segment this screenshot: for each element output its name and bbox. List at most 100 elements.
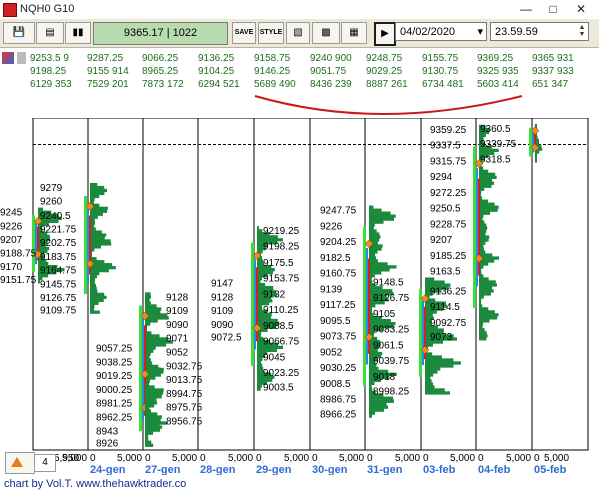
day-label: 29-gen xyxy=(256,464,292,475)
volume-bar xyxy=(425,367,441,371)
price-label: 9039.75 xyxy=(373,356,410,367)
bars-icon[interactable]: ▮▮ xyxy=(65,22,91,44)
volume-bar xyxy=(369,235,381,239)
volume-tick-label: 5,000 xyxy=(228,453,253,464)
close-icon[interactable]: ✕ xyxy=(568,1,594,17)
maximize-icon[interactable]: □ xyxy=(540,1,566,17)
price-label: 9061.5 xyxy=(373,340,404,351)
price-label: 9221.75 xyxy=(40,224,77,235)
price-label: 9153.75 xyxy=(263,274,300,285)
volume-bar xyxy=(479,301,482,305)
volume-bar xyxy=(145,409,152,413)
zoom-value[interactable]: 4 xyxy=(34,454,56,472)
price-label: 9117.25 xyxy=(320,300,356,311)
time-spinner[interactable]: ▲ ▼ xyxy=(577,24,587,39)
volume-bar xyxy=(369,351,383,356)
volume-bar xyxy=(479,337,487,341)
volume-bar xyxy=(369,289,393,293)
volume-bar xyxy=(90,277,96,282)
minimize-icon[interactable]: — xyxy=(513,1,539,17)
volume-bar xyxy=(479,289,494,293)
price-label: 9294 xyxy=(430,172,453,183)
price-label: 9088.5 xyxy=(263,321,294,332)
volume-tick-label: 5,000 xyxy=(172,453,197,464)
volume-bar xyxy=(479,295,484,299)
volume-bar xyxy=(145,437,149,441)
save-disk-icon[interactable]: 💾 xyxy=(3,22,35,44)
volume-bar xyxy=(145,301,151,305)
volume-bar xyxy=(145,307,162,311)
first-tick-label: 5,950 xyxy=(54,453,79,464)
time-field[interactable]: 23.59.59 ▲ ▼ xyxy=(490,22,589,41)
volume-bar xyxy=(145,346,156,350)
volume-bar xyxy=(90,182,98,187)
volume-bar xyxy=(479,316,498,320)
zoom-button[interactable] xyxy=(5,452,35,474)
save-button[interactable]: SAVE xyxy=(232,22,256,44)
date-value: 04/02/2020 xyxy=(400,26,456,38)
layout-icon[interactable]: ▦ xyxy=(341,22,367,44)
volume-bar xyxy=(369,387,373,391)
price-label: 9207 xyxy=(0,235,23,246)
volume-bar xyxy=(369,268,390,272)
volume-bar xyxy=(145,431,154,435)
volume-bar xyxy=(145,361,152,365)
volume-bar xyxy=(425,358,454,362)
volume-tick-label: 0 xyxy=(423,453,429,464)
bar-chart-icon[interactable]: ▤ xyxy=(36,22,64,44)
volume-bar xyxy=(145,304,157,308)
volume-bar xyxy=(145,343,167,347)
volume-bar xyxy=(535,156,537,160)
value-area-bar xyxy=(529,127,532,157)
initial-balance-bar xyxy=(87,209,89,281)
price-label: 9147 xyxy=(211,279,234,290)
volume-bar xyxy=(90,286,97,291)
volume-bar xyxy=(479,199,488,203)
price-label: 9145.75 xyxy=(40,279,77,290)
indicator-icon[interactable]: ▩ xyxy=(312,22,340,44)
volume-bar xyxy=(257,357,263,361)
initial-balance-bar xyxy=(366,247,368,365)
volume-bar xyxy=(425,376,431,380)
play-button[interactable]: ▶ xyxy=(374,22,396,46)
chart-settings-icon[interactable]: ▧ xyxy=(286,22,310,44)
price-label: 9008.5 xyxy=(320,379,351,390)
volume-bar xyxy=(90,239,111,243)
triangle-up-icon xyxy=(11,457,23,467)
chevron-down-icon[interactable]: ▾ xyxy=(477,23,483,42)
volume-bar xyxy=(479,286,493,290)
volume-bar xyxy=(90,301,99,305)
volume-bar xyxy=(425,280,445,284)
initial-balance-bar xyxy=(254,259,256,350)
volume-bar xyxy=(145,388,164,392)
volume-bar xyxy=(479,283,497,287)
price-label: 9188.75 xyxy=(0,248,37,259)
price-label: 8998.25 xyxy=(373,386,410,397)
volume-bar xyxy=(369,223,375,227)
volume-bar xyxy=(369,408,384,412)
price-label: 9038.25 xyxy=(96,357,133,368)
volume-bar xyxy=(425,385,435,389)
date-picker[interactable]: 04/02/2020 ▾ xyxy=(395,22,487,41)
volume-tick-label: 5,000 xyxy=(339,453,364,464)
highlight-arc xyxy=(254,95,523,115)
volume-tick-label: 5,000 xyxy=(117,453,142,464)
volume-bar xyxy=(535,159,537,163)
time-value: 23.59.59 xyxy=(495,26,538,38)
style-button[interactable]: STYLE xyxy=(258,22,284,44)
volume-bar xyxy=(425,361,461,365)
volume-bar xyxy=(257,387,261,391)
volume-bar xyxy=(535,153,537,157)
volume-bar xyxy=(90,245,101,249)
volume-bar xyxy=(145,292,151,296)
price-label: 9198.25 xyxy=(263,241,300,252)
volume-bar xyxy=(369,411,376,415)
volume-bar xyxy=(479,319,490,323)
price-label: 9228.75 xyxy=(430,219,467,230)
volume-bar xyxy=(369,211,391,215)
value-area-bar xyxy=(473,146,476,308)
price-label: 8966.25 xyxy=(320,409,357,420)
volume-bar xyxy=(479,181,495,185)
volume-bar xyxy=(479,178,493,182)
volume-bar xyxy=(90,295,107,299)
